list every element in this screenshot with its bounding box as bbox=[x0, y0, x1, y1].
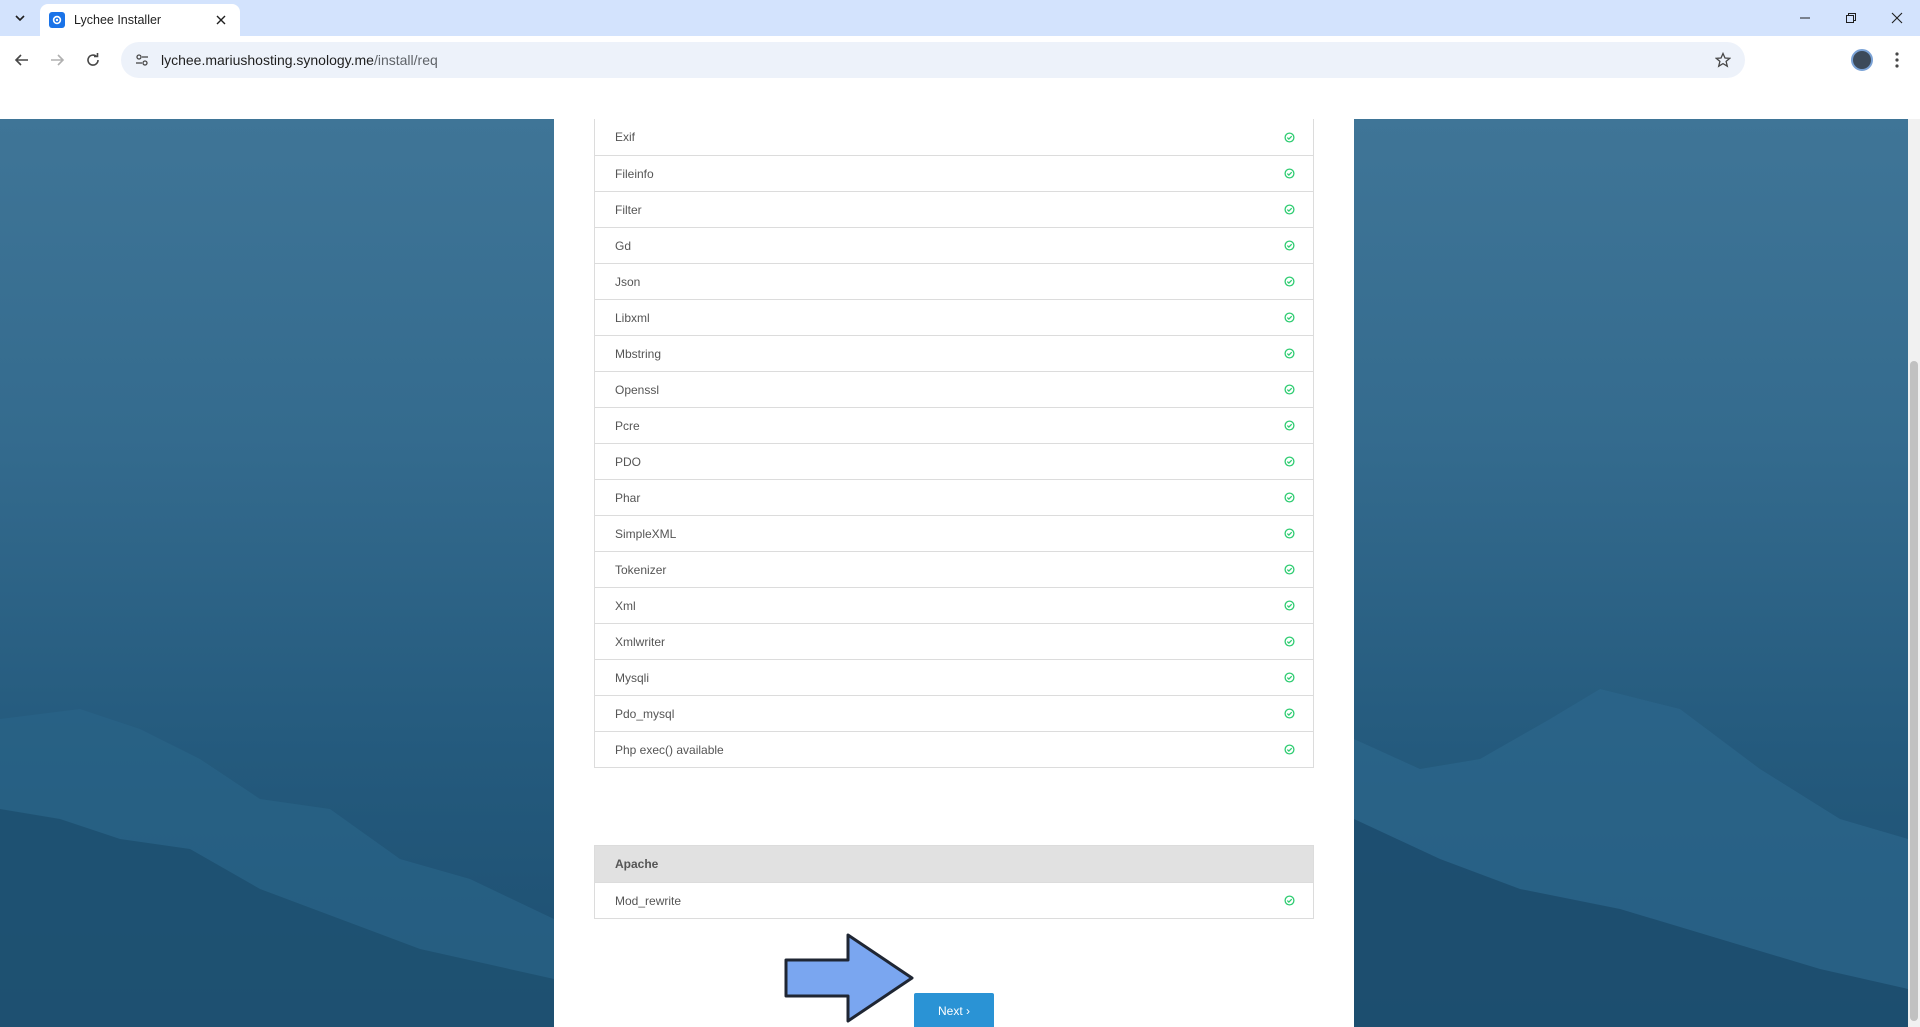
requirement-label: Gd bbox=[615, 238, 632, 253]
lychee-favicon-icon bbox=[49, 12, 65, 28]
bookmark-star-icon[interactable] bbox=[1713, 50, 1733, 70]
requirement-label: Pdo_mysql bbox=[615, 706, 675, 721]
requirement-row: Fileinfo bbox=[595, 155, 1313, 191]
forward-arrow-icon[interactable] bbox=[43, 46, 71, 74]
requirement-row: Filter bbox=[595, 191, 1313, 227]
php-requirements-table: Exif Fileinfo Filter Gd Json Libxml Mbstring Op… bbox=[594, 119, 1314, 768]
check-circle-icon bbox=[1283, 312, 1295, 324]
browser-toolbar: lychee.mariushosting.synology.me/install… bbox=[0, 36, 1920, 84]
requirement-label: PDO bbox=[615, 454, 642, 469]
requirement-label: Phar bbox=[615, 490, 641, 505]
tab-search-chevron-icon[interactable] bbox=[8, 7, 32, 29]
tab-close-icon[interactable] bbox=[212, 11, 230, 29]
check-circle-icon bbox=[1283, 708, 1295, 720]
requirement-label: Pcre bbox=[615, 418, 640, 433]
check-circle-icon bbox=[1283, 131, 1295, 143]
requirement-row: Phar bbox=[595, 479, 1313, 515]
reload-icon[interactable] bbox=[79, 46, 107, 74]
requirement-label: Json bbox=[615, 274, 641, 289]
requirement-row: Xmlwriter bbox=[595, 623, 1313, 659]
requirement-label: Mod_rewrite bbox=[615, 893, 682, 908]
requirement-row: Mbstring bbox=[595, 335, 1313, 371]
check-circle-icon bbox=[1283, 600, 1295, 612]
requirement-row: Openssl bbox=[595, 371, 1313, 407]
requirement-row: Libxml bbox=[595, 299, 1313, 335]
requirement-label: Xmlwriter bbox=[615, 634, 665, 649]
installer-panel: Exif Fileinfo Filter Gd Json Libxml Mbstring Op… bbox=[554, 119, 1354, 1027]
close-window-icon[interactable] bbox=[1874, 0, 1920, 36]
requirement-row: Php exec() available bbox=[595, 731, 1313, 767]
next-button[interactable]: Next › bbox=[914, 993, 994, 1027]
requirement-label: Php exec() available bbox=[615, 742, 724, 757]
back-arrow-icon[interactable] bbox=[8, 46, 36, 74]
url-host: lychee.mariushosting.synology.me bbox=[161, 52, 374, 68]
more-menu-icon[interactable] bbox=[1885, 48, 1909, 72]
page-viewport: Exif Fileinfo Filter Gd Json Libxml Mbstring Op… bbox=[0, 84, 1920, 1027]
requirement-row: Mod_rewrite bbox=[595, 882, 1313, 918]
requirement-row: Pdo_mysql bbox=[595, 695, 1313, 731]
requirement-row: Xml bbox=[595, 587, 1313, 623]
requirement-row: Json bbox=[595, 263, 1313, 299]
requirement-label: Fileinfo bbox=[615, 166, 654, 181]
url-text: lychee.mariushosting.synology.me/install… bbox=[161, 52, 438, 68]
requirement-label: Filter bbox=[615, 202, 642, 217]
apache-header: Apache bbox=[595, 846, 1313, 882]
check-circle-icon bbox=[1283, 204, 1295, 216]
restore-icon[interactable] bbox=[1828, 0, 1874, 36]
requirement-row: Tokenizer bbox=[595, 551, 1313, 587]
check-circle-icon bbox=[1283, 456, 1295, 468]
profile-avatar[interactable] bbox=[1851, 49, 1873, 71]
address-bar[interactable]: lychee.mariushosting.synology.me/install… bbox=[121, 42, 1745, 78]
check-circle-icon bbox=[1283, 528, 1295, 540]
browser-tab[interactable]: Lychee Installer bbox=[40, 4, 240, 36]
check-circle-icon bbox=[1283, 636, 1295, 648]
requirement-label: SimpleXML bbox=[615, 526, 677, 541]
check-circle-icon bbox=[1283, 564, 1295, 576]
check-circle-icon bbox=[1283, 168, 1295, 180]
minimize-icon[interactable] bbox=[1782, 0, 1828, 36]
tab-title: Lychee Installer bbox=[74, 13, 162, 27]
requirement-row: SimpleXML bbox=[595, 515, 1313, 551]
check-circle-icon bbox=[1283, 492, 1295, 504]
check-circle-icon bbox=[1283, 348, 1295, 360]
requirement-row: PDO bbox=[595, 443, 1313, 479]
url-path: /install/req bbox=[373, 52, 438, 68]
arrow-right-icon bbox=[784, 933, 914, 1023]
requirement-label: Mbstring bbox=[615, 346, 662, 361]
requirement-row: Exif bbox=[595, 119, 1313, 155]
check-circle-icon bbox=[1283, 420, 1295, 432]
check-circle-icon bbox=[1283, 276, 1295, 288]
tab-strip: Lychee Installer bbox=[0, 0, 1920, 36]
apache-requirements-table: Apache Mod_rewrite bbox=[594, 845, 1314, 919]
check-circle-icon bbox=[1283, 744, 1295, 756]
requirement-label: Exif bbox=[615, 130, 636, 144]
requirement-row: Gd bbox=[595, 227, 1313, 263]
requirement-label: Mysqli bbox=[615, 670, 650, 685]
requirement-label: Tokenizer bbox=[615, 562, 667, 577]
requirement-label: Xml bbox=[615, 598, 636, 613]
check-circle-icon bbox=[1283, 384, 1295, 396]
requirement-label: Libxml bbox=[615, 310, 650, 325]
page-scrollbar[interactable] bbox=[1908, 119, 1920, 1027]
check-circle-icon bbox=[1283, 672, 1295, 684]
requirement-row: Mysqli bbox=[595, 659, 1313, 695]
check-circle-icon bbox=[1283, 240, 1295, 252]
requirement-row: Pcre bbox=[595, 407, 1313, 443]
check-circle-icon bbox=[1283, 895, 1295, 907]
window-controls bbox=[1782, 0, 1920, 36]
site-settings-icon[interactable] bbox=[125, 42, 159, 78]
scrollbar-thumb[interactable] bbox=[1910, 361, 1918, 1021]
requirement-label: Openssl bbox=[615, 382, 660, 397]
